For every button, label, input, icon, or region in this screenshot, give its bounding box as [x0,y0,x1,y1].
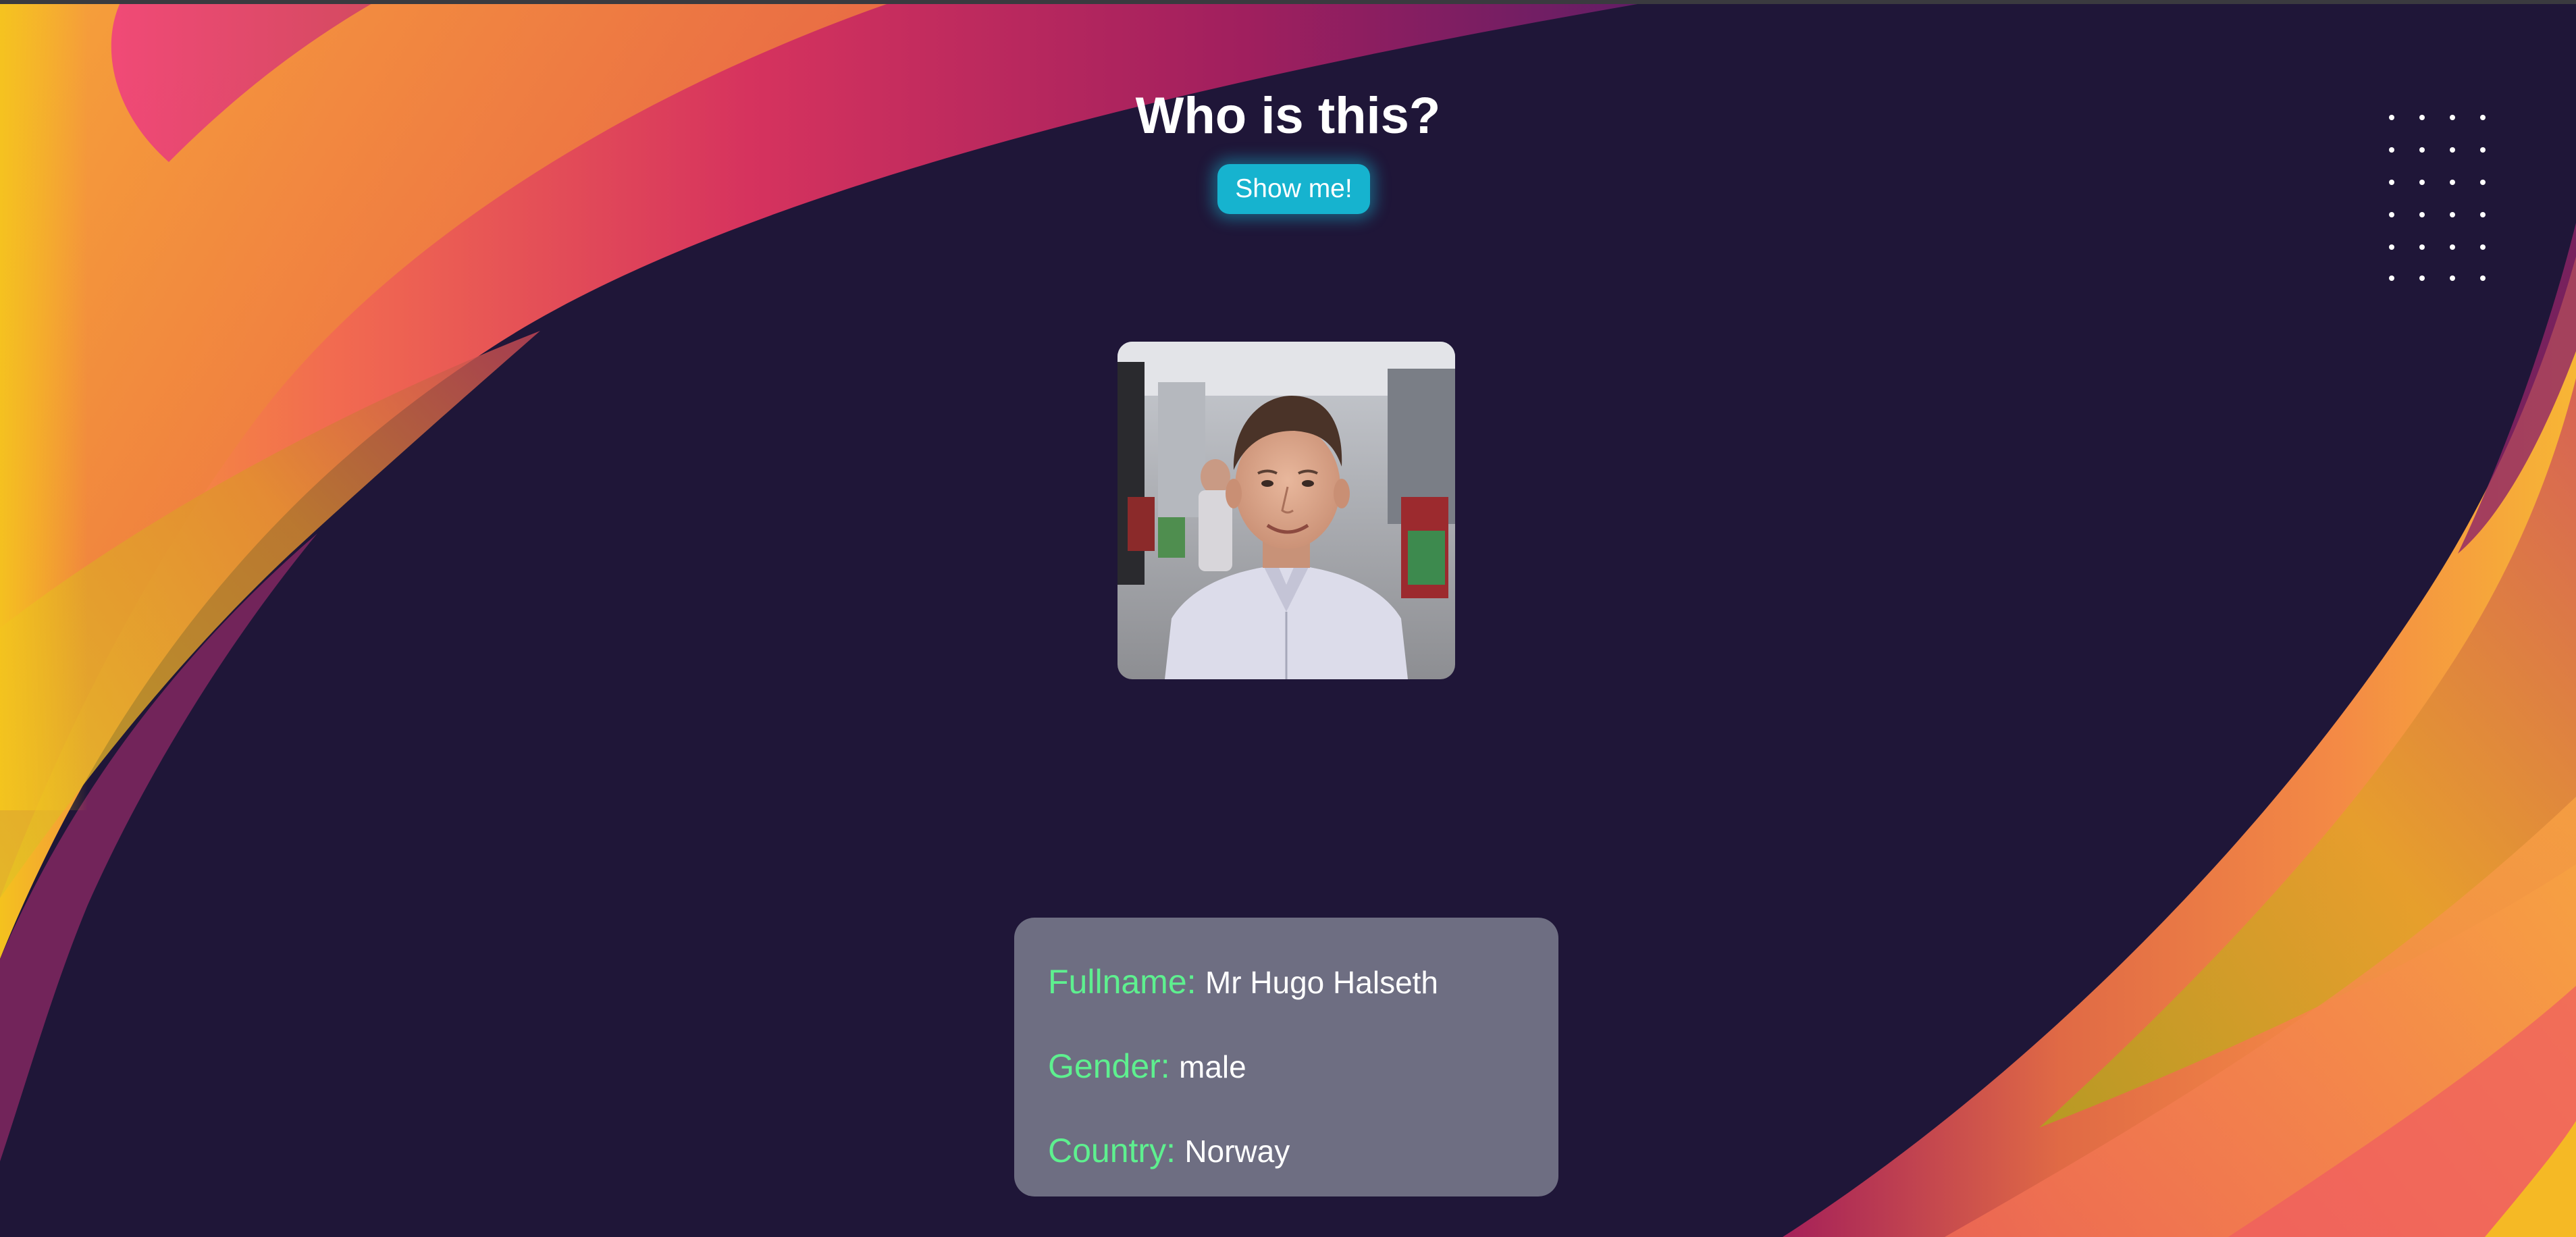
profile-photo [1118,342,1455,679]
page: Who is this? Show me! Fullname: Mr Hugo … [0,0,2576,1237]
person-photo-illustration [1118,342,1455,679]
page-title: Who is this? [1135,87,1441,144]
browser-top-edge [0,0,2576,4]
gender-row: Gender: male [1048,1047,1246,1086]
country-value: Norway [1184,1134,1290,1169]
country-row: Country: Norway [1048,1131,1290,1170]
gender-value: male [1179,1049,1246,1084]
profile-info-card: Fullname: Mr Hugo Halseth Gender: male C… [1014,918,1558,1196]
fullname-label: Fullname: [1048,963,1197,1001]
dot-grid-icon [2389,115,2486,281]
country-label: Country: [1048,1132,1176,1169]
gender-label: Gender: [1048,1047,1170,1085]
show-me-button[interactable]: Show me! [1217,164,1370,214]
fullname-value: Mr Hugo Halseth [1205,965,1439,1000]
fullname-row: Fullname: Mr Hugo Halseth [1048,962,1438,1001]
